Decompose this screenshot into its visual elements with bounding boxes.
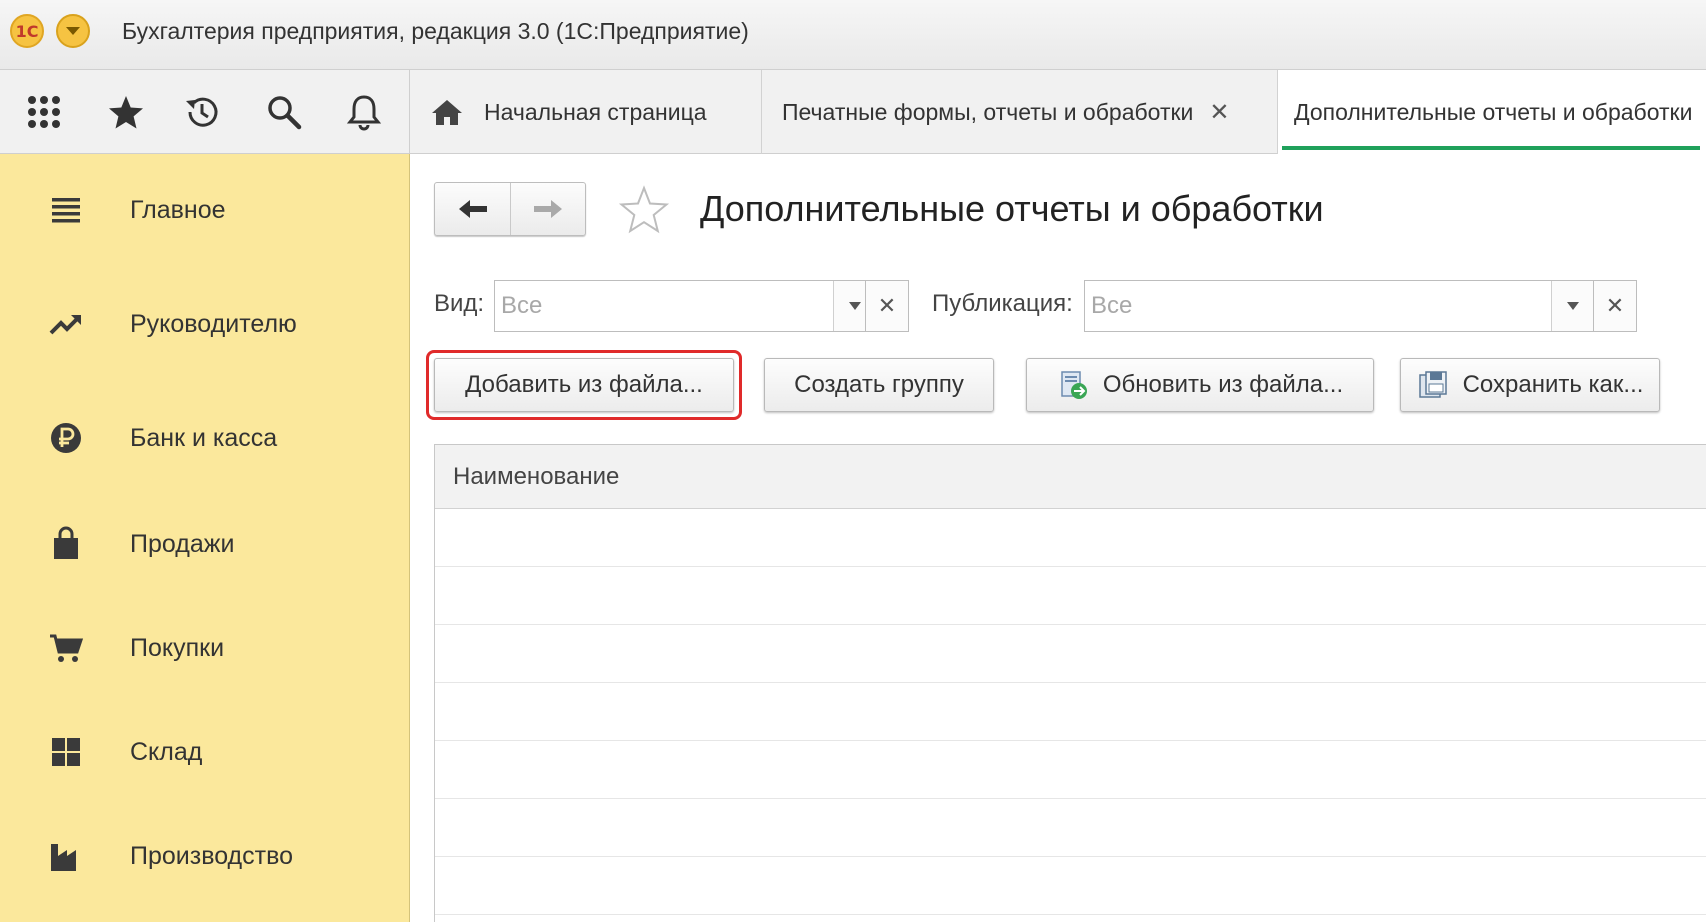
window-title: Бухгалтерия предприятия, редакция 3.0 (1… [122,18,749,44]
kind-filter-label: Вид: [434,290,485,317]
publication-dropdown-button[interactable] [1551,281,1593,331]
sidebar-item-label: Производство [130,841,294,870]
home-icon [432,100,462,125]
main-menu-button[interactable] [56,14,90,48]
sidebar-item-purchases[interactable]: Покупки [0,618,410,678]
save-as-label: Сохранить как... [1462,371,1644,398]
kind-filter-field[interactable] [494,280,876,332]
kind-filter-input[interactable] [495,281,833,331]
favorite-star-icon[interactable] [618,184,670,236]
apps-grid-icon[interactable] [22,90,66,134]
arrow-right-icon [534,200,562,218]
sidebar-item-label: Главное [130,195,226,224]
sidebar-item-sales[interactable]: Продажи [0,514,410,574]
app-logo-text: 1С [15,21,39,41]
close-icon: ✕ [877,293,897,318]
sidebar-item-label: Продажи [130,529,235,558]
title-bar: 1С Бухгалтерия предприятия, редакция 3.0… [0,0,1706,70]
trend-up-icon [46,304,86,344]
table-row[interactable] [435,683,1706,741]
star-icon[interactable] [104,90,148,134]
menu-lines-icon [46,190,86,230]
publication-clear-button[interactable]: ✕ [1593,280,1637,332]
ruble-coin-icon [46,418,86,458]
tab-print-forms[interactable]: Печатные формы, отчеты и обработки ✕ [762,70,1278,154]
table-row[interactable] [435,509,1706,567]
publication-filter-field[interactable] [1084,280,1594,332]
publication-filter-input[interactable] [1085,281,1551,331]
create-group-label: Создать группу [794,371,964,398]
search-icon[interactable] [262,90,306,134]
active-tab-indicator [1282,146,1700,150]
chevron-down-icon [1566,302,1579,310]
table-row[interactable] [435,857,1706,915]
sidebar-item-warehouse[interactable]: Склад [0,722,410,782]
tab-additional-reports-label: Дополнительные отчеты и обработки [1294,98,1693,125]
table-row[interactable] [435,799,1706,857]
sidebar-item-label: Банк и касса [130,423,278,452]
bell-icon[interactable] [342,90,386,134]
table-header-name[interactable]: Наименование [435,445,1706,509]
sidebar-item-production[interactable]: Производство [0,826,410,886]
update-from-file-button[interactable]: Обновить из файла... [1026,358,1374,412]
sections-sidebar: Главное Руководителю Банк и касса Продаж… [0,154,410,922]
forward-button[interactable] [510,183,585,235]
tab-home-label: Начальная страница [484,98,707,125]
sidebar-item-manager[interactable]: Руководителю [0,294,410,354]
update-from-file-label: Обновить из файла... [1102,371,1344,398]
processing-table: Наименование [434,444,1706,922]
table-row[interactable] [435,567,1706,625]
shopping-bag-icon [46,524,86,564]
sidebar-item-label: Руководителю [130,309,297,338]
update-file-icon [1061,371,1087,399]
publication-filter-label: Публикация: [932,290,1073,317]
table-row[interactable] [435,741,1706,799]
table-row[interactable] [435,625,1706,683]
factory-icon [46,836,86,876]
column-name-label: Наименование [453,462,620,490]
sidebar-item-label: Покупки [130,633,225,662]
create-group-button[interactable]: Создать группу [764,358,994,412]
back-button[interactable] [435,183,510,235]
sidebar-item-bank[interactable]: Банк и касса [0,408,410,468]
arrow-left-icon [458,200,487,218]
app-logo-icon[interactable]: 1С [10,14,44,48]
add-from-file-label: Добавить из файла... [465,371,703,398]
history-icon[interactable] [180,90,224,134]
tab-print-forms-label: Печатные формы, отчеты и обработки [782,98,1194,125]
kind-clear-button[interactable]: ✕ [865,280,909,332]
add-from-file-button[interactable]: Добавить из файла... [434,358,734,412]
save-disk-icon [1418,371,1447,398]
chevron-down-icon [66,27,80,35]
close-icon: ✕ [1605,293,1625,318]
chevron-down-icon [848,302,861,310]
page-title: Дополнительные отчеты и обработки [700,188,1324,229]
warehouse-grid-icon [46,732,86,772]
close-icon[interactable]: ✕ [1209,98,1229,127]
tab-bar: Начальная страница Печатные формы, отчет… [410,70,1706,154]
cart-icon [46,628,86,668]
tab-additional-reports[interactable]: Дополнительные отчеты и обработки [1278,70,1706,154]
sidebar-item-main[interactable]: Главное [0,180,410,240]
main-content: Дополнительные отчеты и обработки Вид: ✕… [410,154,1706,922]
sidebar-item-label: Склад [130,737,203,766]
global-toolbar [0,70,410,154]
save-as-button[interactable]: Сохранить как... [1400,358,1660,412]
tab-home[interactable]: Начальная страница [410,70,762,154]
history-nav [434,182,586,236]
